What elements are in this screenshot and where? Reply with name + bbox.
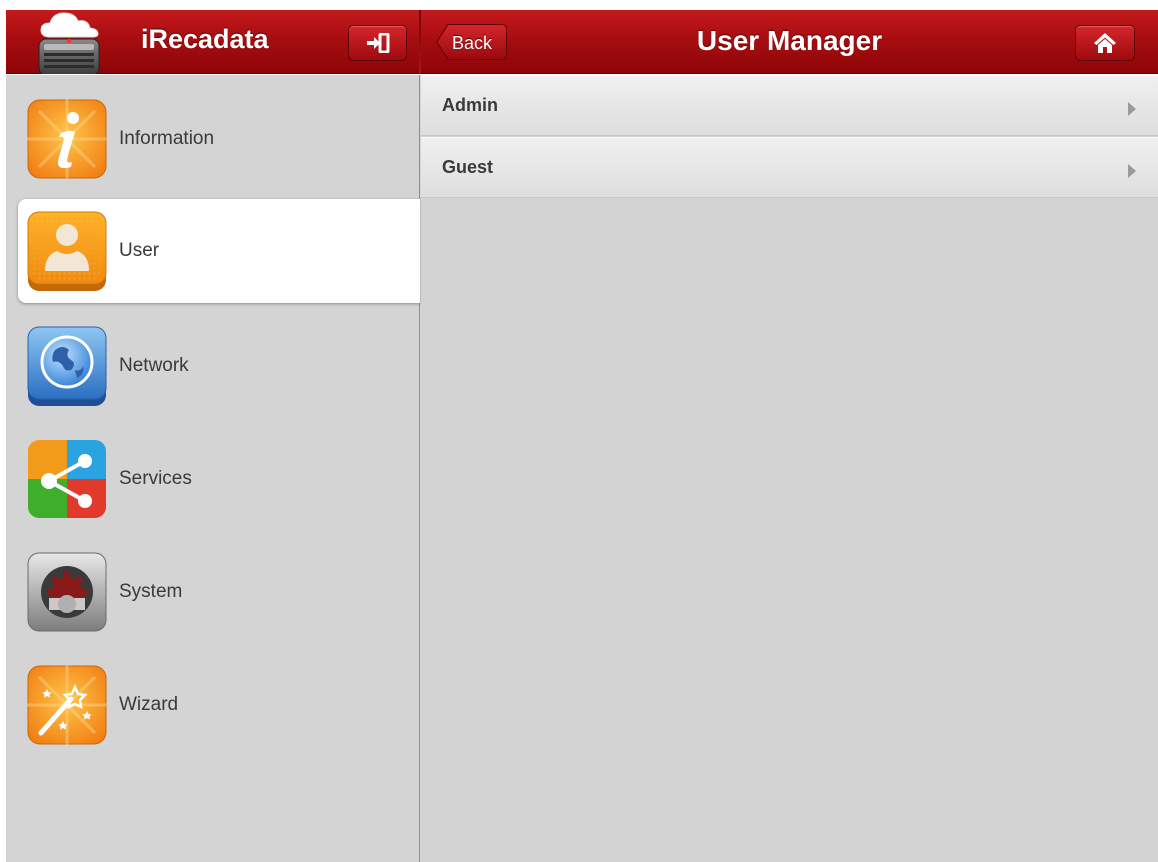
- user-row-label: Admin: [442, 95, 498, 115]
- sidebar-item-label: Wizard: [119, 694, 179, 715]
- globe-icon: [27, 326, 107, 406]
- user-row-guest[interactable]: Guest: [421, 137, 1158, 198]
- sidebar-item-label: System: [119, 581, 183, 602]
- page-title: User Manager: [696, 25, 883, 56]
- cloud-drive-logo-icon: [36, 11, 102, 76]
- sidebar-item-wizard[interactable]: Wizard: [18, 653, 420, 757]
- sidebar-item-label: Information: [119, 128, 215, 149]
- information-icon: [27, 99, 107, 179]
- sidebar-item-information[interactable]: Information: [18, 87, 420, 191]
- gear-icon: [27, 552, 107, 632]
- logout-button[interactable]: [348, 25, 407, 61]
- logout-icon: [366, 33, 389, 53]
- user-row-label: Guest: [442, 157, 494, 177]
- app-window: iRecadata Back User Manager Information …: [6, 10, 1158, 862]
- user-row-admin[interactable]: Admin: [421, 75, 1158, 136]
- user-icon: [27, 211, 107, 291]
- sidebar-item-label: Network: [119, 355, 189, 376]
- sidebar-item-services[interactable]: Services: [18, 427, 420, 531]
- sidebar-item-user[interactable]: User: [18, 199, 420, 303]
- sidebar: Information User Network Services System…: [6, 75, 420, 862]
- magic-wand-icon: [27, 665, 107, 745]
- user-manager-panel: Admin Guest: [421, 75, 1158, 862]
- chevron-right-icon: [1128, 164, 1136, 178]
- home-icon: [1094, 33, 1116, 53]
- app-title: iRecadata: [141, 24, 269, 54]
- share-icon: [27, 439, 107, 519]
- sidebar-item-system[interactable]: System: [18, 540, 420, 644]
- sidebar-item-network[interactable]: Network: [18, 314, 420, 418]
- sidebar-item-label: Services: [119, 468, 192, 489]
- sidebar-item-label: User: [119, 240, 160, 261]
- header-bar: iRecadata Back User Manager: [6, 10, 1158, 76]
- home-button[interactable]: [1075, 25, 1135, 61]
- chevron-right-icon: [1128, 102, 1136, 116]
